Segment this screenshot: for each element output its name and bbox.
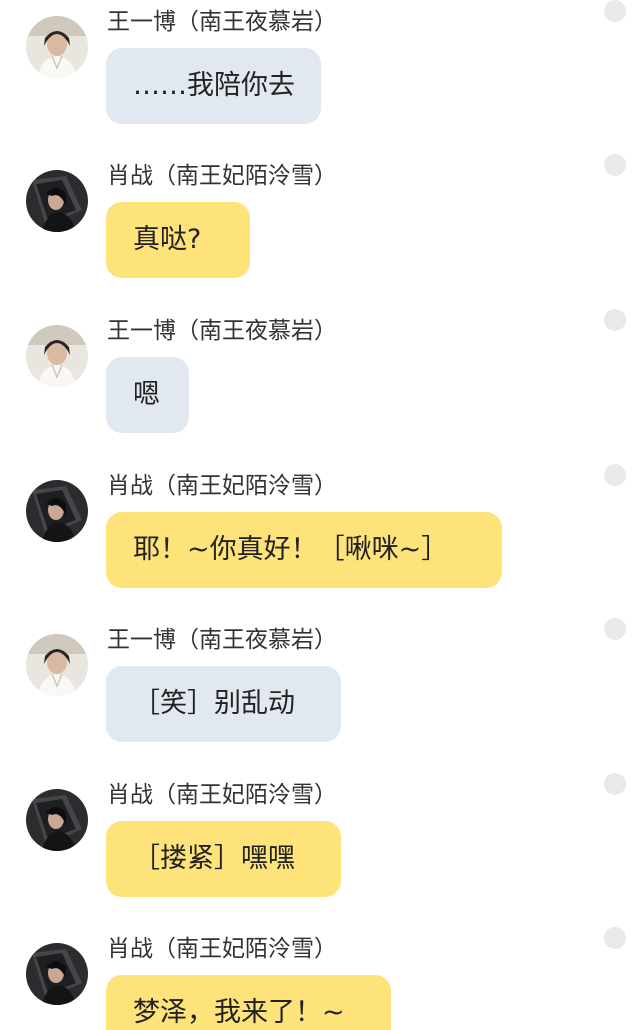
status-dot-icon [604, 773, 626, 795]
avatar-light-costume-icon [26, 634, 88, 696]
avatar-dark-portrait-icon [26, 789, 88, 851]
status-dot-icon [604, 309, 626, 331]
chat-message: 肖战（南王妃陌泠雪） 梦泽，我来了！~ [0, 927, 640, 1030]
message-bubble[interactable]: 耶！~你真好！［啾咪~］ [106, 512, 502, 588]
sender-name: 肖战（南王妃陌泠雪） [107, 782, 337, 808]
message-bubble[interactable]: 梦泽，我来了！~ [106, 975, 391, 1030]
avatar-light-costume-icon [26, 325, 88, 387]
message-bubble[interactable]: ……我陪你去 [106, 48, 321, 124]
avatar[interactable] [26, 170, 88, 232]
chat-message: 肖战（南王妃陌泠雪） ［搂紧］嘿嘿 [0, 773, 640, 913]
avatar-dark-portrait-icon [26, 480, 88, 542]
status-dot-icon [604, 618, 626, 640]
message-bubble[interactable]: ［搂紧］嘿嘿 [106, 821, 341, 897]
sender-name: 肖战（南王妃陌泠雪） [107, 473, 337, 499]
chat-message: 王一博（南王夜慕岩） 嗯 [0, 309, 640, 449]
status-dot-icon [604, 154, 626, 176]
chat-message: 王一博（南王夜慕岩） ……我陪你去 [0, 0, 640, 140]
avatar[interactable] [26, 480, 88, 542]
avatar[interactable] [26, 789, 88, 851]
sender-name: 肖战（南王妃陌泠雪） [107, 163, 337, 189]
avatar[interactable] [26, 325, 88, 387]
chat-message: 肖战（南王妃陌泠雪） 耶！~你真好！［啾咪~］ [0, 464, 640, 604]
message-bubble[interactable]: 嗯 [106, 357, 189, 433]
status-dot-icon [604, 0, 626, 22]
sender-name: 王一博（南王夜慕岩） [107, 9, 337, 35]
message-bubble[interactable]: ［笑］别乱动 [106, 666, 341, 742]
avatar-dark-portrait-icon [26, 943, 88, 1005]
status-dot-icon [604, 927, 626, 949]
message-bubble[interactable]: 真哒? [106, 202, 250, 278]
avatar-dark-portrait-icon [26, 170, 88, 232]
avatar[interactable] [26, 943, 88, 1005]
chat-message: 肖战（南王妃陌泠雪） 真哒? [0, 154, 640, 294]
chat-message: 王一博（南王夜慕岩） ［笑］别乱动 [0, 618, 640, 758]
chat-message-list[interactable]: 王一博（南王夜慕岩） ……我陪你去 肖战（南王妃陌泠雪） 真哒? 王一博（南王夜… [0, 0, 640, 1030]
sender-name: 王一博（南王夜慕岩） [107, 318, 337, 344]
avatar[interactable] [26, 634, 88, 696]
sender-name: 肖战（南王妃陌泠雪） [107, 936, 337, 962]
sender-name: 王一博（南王夜慕岩） [107, 627, 337, 653]
status-dot-icon [604, 464, 626, 486]
avatar-light-costume-icon [26, 16, 88, 78]
avatar[interactable] [26, 16, 88, 78]
